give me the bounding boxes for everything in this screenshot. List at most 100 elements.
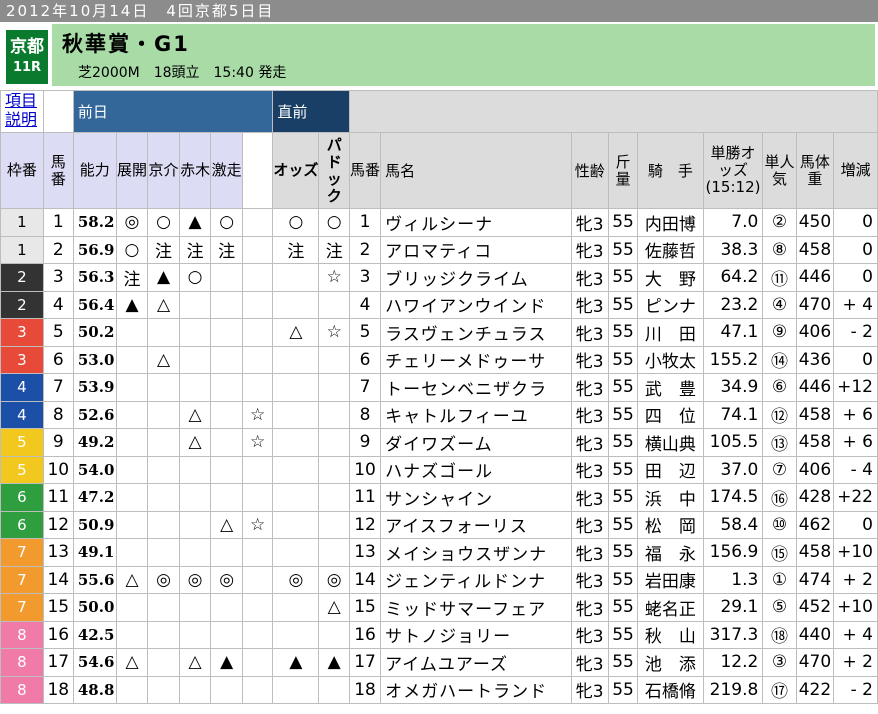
odds-mark: [272, 455, 320, 484]
kyosuke-mark: [147, 648, 180, 677]
jockey-name[interactable]: ピンナ: [637, 290, 704, 319]
body-weight: 406: [795, 318, 835, 347]
extra-mark: ○: [210, 208, 243, 237]
popularity: ⑮: [762, 538, 797, 567]
jockey-name[interactable]: 大 野: [637, 263, 704, 292]
horse-name[interactable]: ラスヴェンチュラス: [380, 318, 572, 347]
waku-cell: 4: [0, 400, 44, 429]
extra-mark: [210, 428, 243, 457]
horse-name[interactable]: チェリーメドゥーサ: [380, 345, 572, 374]
col-akagi: 赤木: [178, 132, 212, 209]
paddock-mark: △: [318, 593, 351, 622]
tenkai-mark: [115, 675, 149, 704]
weight-change: +10: [833, 593, 878, 622]
extra-mark: [210, 593, 243, 622]
race-title-box: 秋華賞・G1 芝2000M 18頭立 15:40 発走: [52, 24, 875, 86]
help-link[interactable]: 項目説明: [0, 90, 44, 133]
kyosuke-mark: [147, 510, 180, 539]
sex-age: 牝3: [570, 208, 609, 237]
ability-cell: 50.2: [72, 318, 117, 347]
table-row: 8 16 42.5 16 サトノジョリー 牝3 55 秋 山 317.3 ⑱ 440 + 4: [0, 620, 878, 649]
weight-change: - 2: [833, 675, 878, 704]
umaban-cell: 5: [42, 318, 74, 347]
horse-name[interactable]: メイショウスザンナ: [380, 538, 572, 567]
waku-cell: 3: [0, 345, 44, 374]
umaban2-cell: 8: [349, 400, 382, 429]
umaban2-cell: 12: [349, 510, 382, 539]
odds-mark: [272, 428, 320, 457]
kyosuke-mark: [147, 455, 180, 484]
jockey-name[interactable]: 池 添: [637, 648, 704, 677]
horse-name[interactable]: ハワイアンウインド: [380, 290, 572, 319]
table-row: 1 2 56.9 ○ 注注注注注 2 アロマティコ 牝3 55 佐藤哲 38.3 ⑧ 458 0: [0, 235, 878, 264]
paddock-mark: [318, 290, 351, 319]
gekiso-mark: [241, 455, 274, 484]
umaban2-cell: 11: [349, 483, 382, 512]
jockey-name[interactable]: 武 豊: [637, 373, 704, 402]
jockey-name[interactable]: 内田博: [637, 208, 704, 237]
horse-name[interactable]: ジェンティルドンナ: [380, 565, 572, 594]
weight-change: + 6: [833, 428, 878, 457]
col-kyosuke: 京介: [147, 132, 180, 209]
umaban-cell: 8: [42, 400, 74, 429]
horse-name[interactable]: アロマティコ: [380, 235, 572, 264]
jockey-name[interactable]: 福 永: [637, 538, 704, 567]
gekiso-mark: [241, 538, 274, 567]
jockey-name[interactable]: 石橋脩: [637, 675, 704, 704]
body-weight: 474: [795, 565, 835, 594]
horse-name[interactable]: アイムユアーズ: [380, 648, 572, 677]
extra-mark: [210, 318, 243, 347]
ability-cell: 56.9: [72, 235, 117, 264]
horse-name[interactable]: アイスフォーリス: [380, 510, 572, 539]
jockey-name[interactable]: 四 位: [637, 400, 704, 429]
tenkai-mark: [115, 593, 149, 622]
col-ability: 能力: [72, 132, 117, 209]
jockey-name[interactable]: 佐藤哲: [637, 235, 704, 264]
jockey-name[interactable]: 川 田: [637, 318, 704, 347]
odds-mark: [272, 538, 320, 567]
jockey-name[interactable]: 横山典: [637, 428, 704, 457]
akagi-mark: [178, 538, 212, 567]
jockey-name[interactable]: 小牧太: [637, 345, 704, 374]
horse-name[interactable]: ハナズゴール: [380, 455, 572, 484]
horse-name[interactable]: キャトルフィーユ: [380, 400, 572, 429]
waku-cell: 8: [0, 648, 44, 677]
horse-name[interactable]: トーセンベニザクラ: [380, 373, 572, 402]
tenkai-mark: ▲: [115, 290, 149, 319]
weight-carried: 55: [607, 648, 639, 677]
jockey-name[interactable]: 松 岡: [637, 510, 704, 539]
jockey-name[interactable]: 秋 山: [637, 620, 704, 649]
jockey-name[interactable]: 浜 中: [637, 483, 704, 512]
gekiso-mark: [241, 318, 274, 347]
weight-carried: 55: [607, 510, 639, 539]
jockey-name[interactable]: 蛯名正: [637, 593, 704, 622]
waku-cell: 7: [0, 538, 44, 567]
sex-age: 牝3: [570, 345, 609, 374]
horse-name[interactable]: オメガハートランド: [380, 675, 572, 704]
horse-name[interactable]: サトノジョリー: [380, 620, 572, 649]
gekiso-mark: ☆: [241, 428, 274, 457]
umaban-cell: 15: [42, 593, 74, 622]
col-weight-carried: 斤量: [607, 132, 639, 209]
jockey-name[interactable]: 田 辺: [637, 455, 704, 484]
jockey-name[interactable]: 岩田康: [637, 565, 704, 594]
paddock-mark: ◎: [318, 565, 351, 594]
col-gap: [241, 132, 274, 209]
odds-mark: [272, 593, 320, 622]
umaban2-cell: 4: [349, 290, 382, 319]
win-odds: 155.2: [702, 345, 764, 374]
odds-mark: ▲: [272, 648, 320, 677]
ability-cell: 47.2: [72, 483, 117, 512]
odds-mark: ◎: [272, 565, 320, 594]
horse-name[interactable]: ダイワズーム: [380, 428, 572, 457]
ability-cell: 52.6: [72, 400, 117, 429]
horse-name[interactable]: サンシャイン: [380, 483, 572, 512]
horse-name[interactable]: ブリッジクライム: [380, 263, 572, 292]
waku-cell: 4: [0, 373, 44, 402]
col-jockey: 騎 手: [637, 132, 704, 209]
umaban-cell: 3: [42, 263, 74, 292]
horse-name[interactable]: ミッドサマーフェア: [380, 593, 572, 622]
horse-name[interactable]: ヴィルシーナ: [380, 208, 572, 237]
col-win-odds: 単勝オッズ(15:12): [702, 132, 764, 209]
tenkai-mark: ○: [115, 235, 149, 264]
